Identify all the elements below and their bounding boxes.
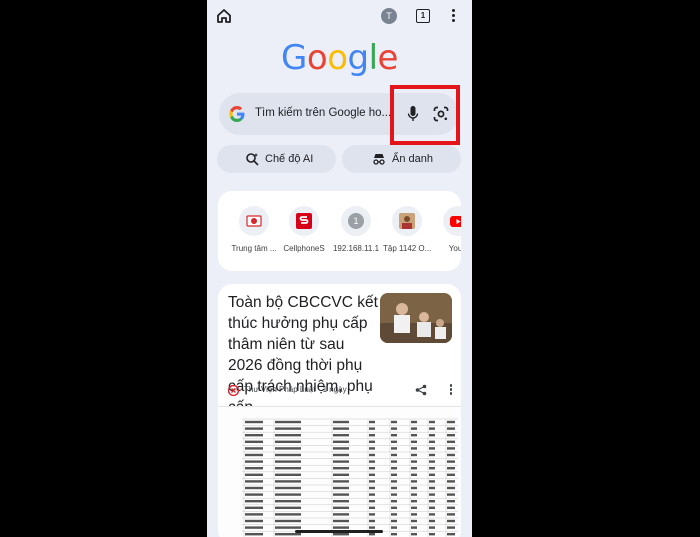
google-g-icon <box>229 106 245 122</box>
tab-switcher-button[interactable]: 1 <box>416 9 430 23</box>
shortcut-label: CellphoneS <box>283 244 325 253</box>
youtube-icon <box>450 216 461 227</box>
home-icon[interactable] <box>215 7 233 25</box>
cellphones-icon <box>296 213 312 229</box>
top-toolbar: T 1 <box>207 0 472 34</box>
news-image-spreadsheet[interactable] <box>218 406 461 537</box>
shortcut-label: YouT <box>448 244 461 253</box>
video-thumb-icon <box>399 213 415 229</box>
browser-screen: T 1 Google Tìm kiếm trên Google ho... Ch… <box>207 0 472 537</box>
news-more-icon[interactable] <box>449 384 453 396</box>
shortcut-item[interactable]: CellphoneS <box>280 206 328 253</box>
incognito-icon <box>373 154 385 165</box>
shortcut-item[interactable]: YouT <box>434 206 461 253</box>
ai-mode-button[interactable]: Chế độ AI <box>217 145 336 173</box>
shortcut-item[interactable]: Tập 1142 O... <box>383 206 431 253</box>
more-menu-icon[interactable] <box>449 8 457 24</box>
search-placeholder: Tìm kiếm trên Google ho... <box>255 107 392 119</box>
google-logo: Google <box>281 38 398 78</box>
shortcut-item[interactable]: Trung tâm ... <box>230 206 278 253</box>
news-source-row: Thư Viện Pháp Luật · 1 ngày <box>228 384 453 398</box>
incognito-label: Ẩn danh <box>392 153 433 165</box>
account-avatar[interactable]: T <box>381 8 397 24</box>
letter-1-icon: 1 <box>348 213 364 229</box>
shortcuts-panel: Trung tâm ... CellphoneS 1 192.168.11.1 <box>218 191 461 271</box>
shortcut-label: Tập 1142 O... <box>383 244 431 253</box>
ai-mode-label: Chế độ AI <box>265 153 314 165</box>
share-icon[interactable] <box>415 384 427 396</box>
ai-search-icon <box>246 153 259 166</box>
publisher-icon <box>228 385 239 396</box>
news-headline[interactable]: Toàn bộ CBCCVC kết thúc hưởng phụ cấp th… <box>228 292 378 418</box>
thegioididong-icon <box>246 215 262 227</box>
news-source: Thư Viện Pháp Luật · 1 ngày <box>244 385 347 394</box>
news-thumbnail[interactable] <box>380 293 452 343</box>
shortcut-label: 192.168.11.1 <box>332 244 380 253</box>
incognito-button[interactable]: Ẩn danh <box>342 145 461 173</box>
news-card[interactable]: Toàn bộ CBCCVC kết thúc hưởng phụ cấp th… <box>218 284 461 537</box>
shortcut-label: Trung tâm ... <box>231 244 277 253</box>
home-indicator <box>295 530 383 533</box>
shortcut-item[interactable]: 1 192.168.11.1 <box>332 206 380 253</box>
lens-highlight-box <box>390 85 460 145</box>
